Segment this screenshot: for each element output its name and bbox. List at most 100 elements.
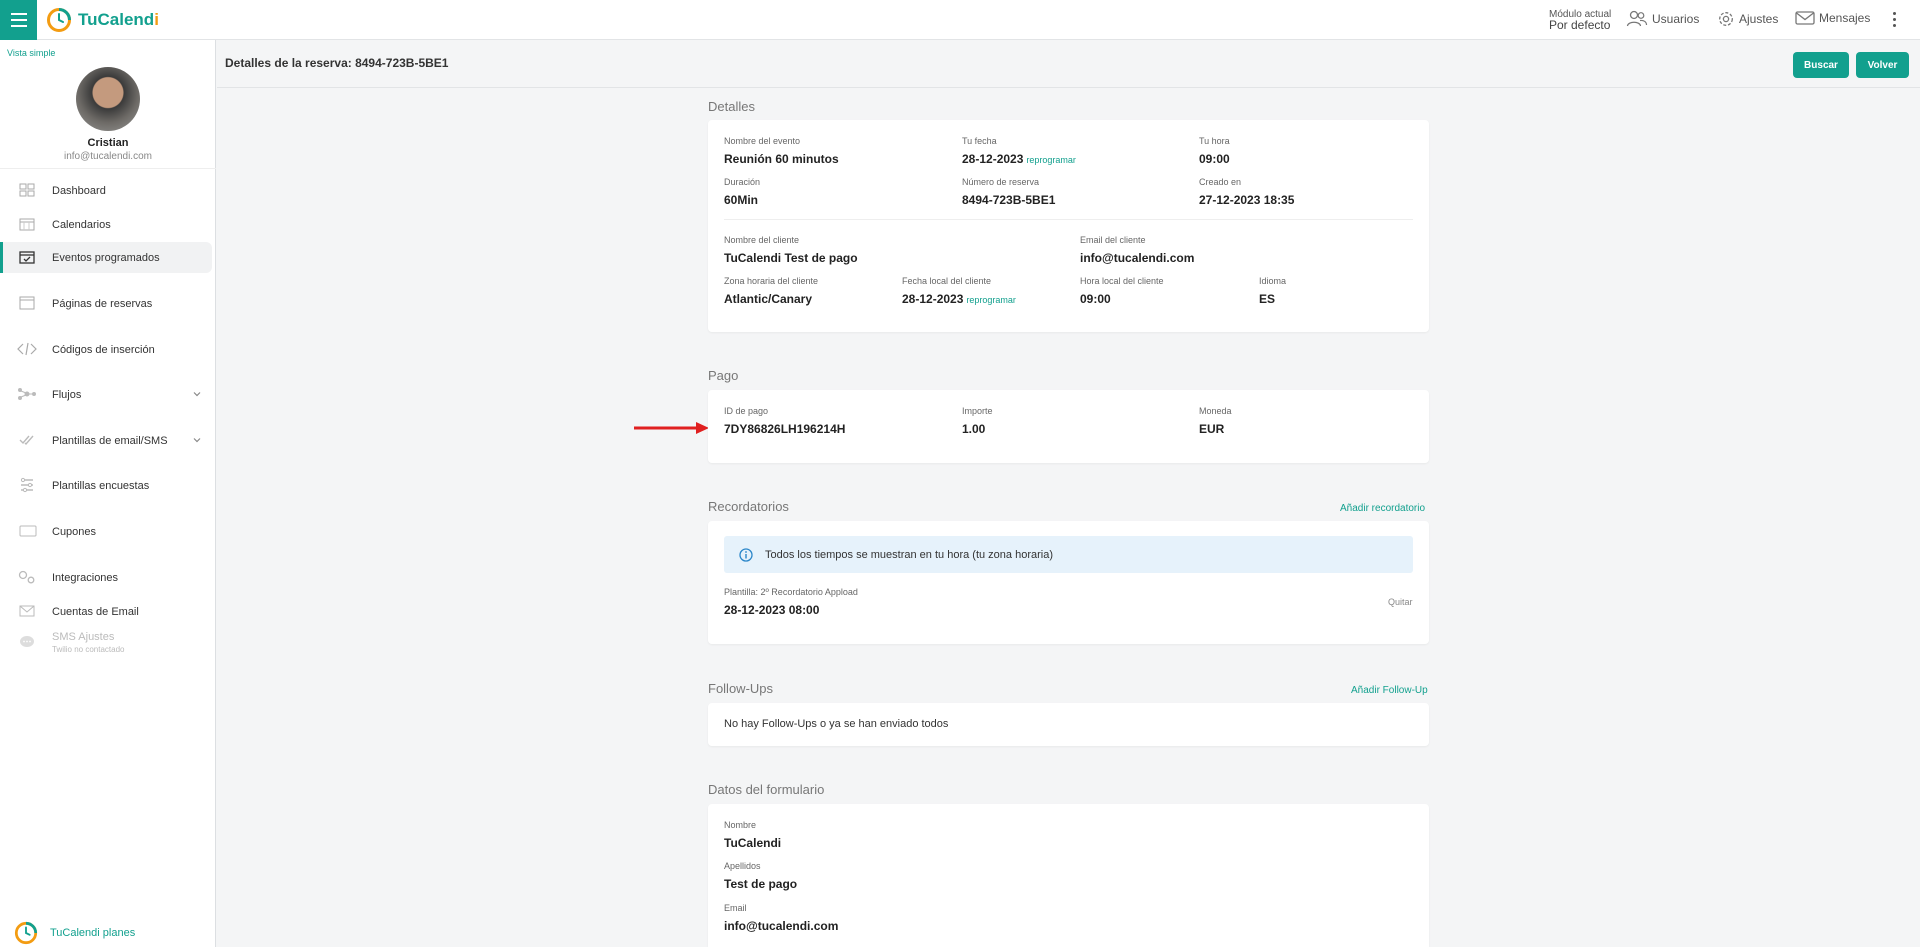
chevron-down-icon [193, 438, 201, 443]
sidebar-item-integraciones[interactable]: Integraciones [0, 562, 212, 593]
user-email: info@tucalendi.com [64, 151, 152, 162]
sidebar-item-sms-ajustes[interactable]: SMS Ajustes Twilio no contactado [0, 627, 212, 658]
sidebar: Vista simple Cristian info@tucalendi.com… [0, 40, 216, 947]
sidebar-item-label: Cuentas de Email [52, 605, 139, 618]
sidebar-item-label: Plantillas de email/SMS [52, 434, 168, 447]
ajustes-label: Ajustes [1739, 12, 1779, 26]
avatar[interactable] [76, 67, 140, 131]
info-text: Todos los tiempos se muestran en tu hora… [765, 548, 1053, 561]
pago-card: ID de pago 7DY86826LH196214H Importe 1.0… [708, 390, 1429, 463]
chat-icon [20, 636, 34, 647]
field-value: Test de pago [724, 877, 798, 891]
field-label: Moneda [1199, 406, 1232, 416]
menu-toggle-button[interactable] [0, 0, 37, 40]
tu-hora-field: Tu hora 09:00 [1199, 136, 1230, 168]
usuarios-label: Usuarios [1652, 12, 1700, 26]
field-value: 8494-723B-5BE1 [962, 193, 1056, 207]
field-value: Reunión 60 minutos [724, 152, 839, 166]
field-value: 09:00 [1199, 152, 1230, 166]
sidebar-item-cupones[interactable]: Cupones [0, 516, 212, 547]
calendar-check-icon [19, 251, 35, 264]
followups-empty-text: No hay Follow-Ups o ya se han enviado to… [724, 718, 949, 730]
cliente-field: Nombre del cliente TuCalendi Test de pag… [724, 235, 858, 267]
reminder-datetime: 28-12-2023 08:00 [724, 603, 820, 617]
formulario-section-title: Datos del formulario [708, 782, 825, 797]
hora-local-field: Hora local del cliente 09:00 [1080, 276, 1164, 308]
check-double-icon [19, 435, 34, 446]
sidebar-item-cuentas-email[interactable]: Cuentas de Email [0, 596, 212, 627]
ajustes-link[interactable]: Ajustes [1717, 10, 1778, 28]
sidebar-item-label: Plantillas encuestas [52, 479, 150, 492]
annotation-arrow-icon [634, 422, 709, 434]
reprogramar-link[interactable]: reprogramar [966, 295, 1016, 305]
current-module[interactable]: Módulo actual Por defecto [1549, 9, 1611, 31]
detalles-card: Nombre del evento Reunión 60 minutos Tu … [708, 120, 1429, 332]
quitar-button[interactable]: Quitar [1388, 597, 1413, 607]
zona-horaria-field: Zona horaria del cliente Atlantic/Canary [724, 276, 818, 308]
calendar-icon [19, 218, 35, 231]
sidebar-item-codigos-insercion[interactable]: Códigos de inserción [0, 334, 212, 365]
page-header: Detalles de la reserva: 8494-723B-5BE1 B… [217, 40, 1920, 88]
field-label: Duración [724, 177, 761, 187]
sidebar-item-plantillas-encuestas[interactable]: Plantillas encuestas [0, 470, 212, 501]
field-label: Idioma [1259, 276, 1287, 286]
mail-icon [1795, 11, 1815, 25]
field-value: Atlantic/Canary [724, 292, 813, 306]
field-label: Email [724, 903, 747, 913]
field-value: ES [1259, 292, 1276, 306]
field-value: 60Min [724, 193, 759, 207]
planes-label: TuCalendi planes [50, 927, 136, 939]
add-reminder-link[interactable]: Añadir recordatorio [1340, 503, 1425, 514]
sidebar-item-plantillas-email-sms[interactable]: Plantillas de email/SMS [0, 425, 212, 456]
grid-icon [19, 183, 35, 197]
field-value: TuCalendi [724, 836, 782, 850]
vista-simple-link[interactable]: Vista simple [7, 48, 55, 58]
flow-icon [18, 388, 36, 400]
field-label: Hora local del cliente [1080, 276, 1164, 286]
add-followup-link[interactable]: Añadir Follow-Up [1351, 685, 1428, 696]
info-icon [739, 547, 753, 562]
field-value: 7DY86826LH196214H [724, 422, 846, 436]
field-label: ID de pago [724, 406, 769, 416]
sidebar-item-label: Calendarios [52, 218, 111, 231]
recordatorios-section-title: Recordatorios [708, 499, 789, 514]
field-value: info@tucalendi.com [724, 919, 839, 933]
more-options-icon[interactable] [1893, 12, 1896, 27]
idioma-field: Idioma ES [1259, 276, 1286, 308]
nombre-field: Nombre TuCalendi [724, 820, 781, 852]
field-label: Nombre del cliente [724, 235, 800, 245]
sidebar-item-label: Dashboard [52, 184, 106, 197]
chevron-down-icon [193, 392, 201, 397]
sidebar-item-dashboard[interactable]: Dashboard [0, 175, 212, 206]
formulario-card: Nombre TuCalendi Apellidos Test de pago … [708, 804, 1429, 947]
detalles-section-title: Detalles [708, 99, 755, 114]
planes-link[interactable]: TuCalendi planes [14, 921, 135, 945]
field-value: 09:00 [1080, 292, 1111, 306]
sidebar-item-paginas-reservas[interactable]: Páginas de reservas [0, 288, 212, 319]
moneda-field: Moneda EUR [1199, 406, 1232, 438]
sidebar-item-calendarios[interactable]: Calendarios [0, 209, 212, 240]
sidebar-item-flujos[interactable]: Flujos [0, 379, 212, 410]
sidebar-item-eventos-programados[interactable]: Eventos programados [0, 242, 212, 273]
followups-section-title: Follow-Ups [708, 681, 774, 696]
reprogramar-link[interactable]: reprogramar [1026, 155, 1076, 165]
field-value: 27-12-2023 18:35 [1199, 193, 1295, 207]
recordatorios-card: Todos los tiempos se muestran en tu hora… [708, 521, 1429, 644]
brand-logo[interactable]: TuCalendi [46, 7, 159, 33]
id-pago-field: ID de pago 7DY86826LH196214H [724, 406, 845, 438]
followups-card: No hay Follow-Ups o ya se han enviado to… [708, 703, 1429, 746]
usuarios-link[interactable]: Usuarios [1626, 10, 1699, 28]
sidebar-item-label: Códigos de inserción [52, 343, 155, 356]
sms-status-text: Twilio no contactado [52, 645, 125, 654]
buscar-button[interactable]: Buscar [1793, 52, 1849, 78]
mensajes-label: Mensajes [1819, 11, 1871, 25]
fecha-local-field: Fecha local del cliente 28-12-2023 reprog… [902, 276, 1016, 308]
field-value: 28-12-2023 [962, 152, 1024, 166]
field-label: Tu hora [1199, 136, 1230, 146]
reminder-item: Plantilla: 2º Recordatorio Appload 28-12… [724, 587, 858, 619]
module-value: Por defecto [1549, 18, 1611, 32]
nombre-evento-field: Nombre del evento Reunión 60 minutos [724, 136, 839, 168]
mensajes-link[interactable]: Mensajes [1795, 10, 1870, 26]
field-label: Número de reserva [962, 177, 1040, 187]
volver-button[interactable]: Volver [1856, 52, 1909, 78]
